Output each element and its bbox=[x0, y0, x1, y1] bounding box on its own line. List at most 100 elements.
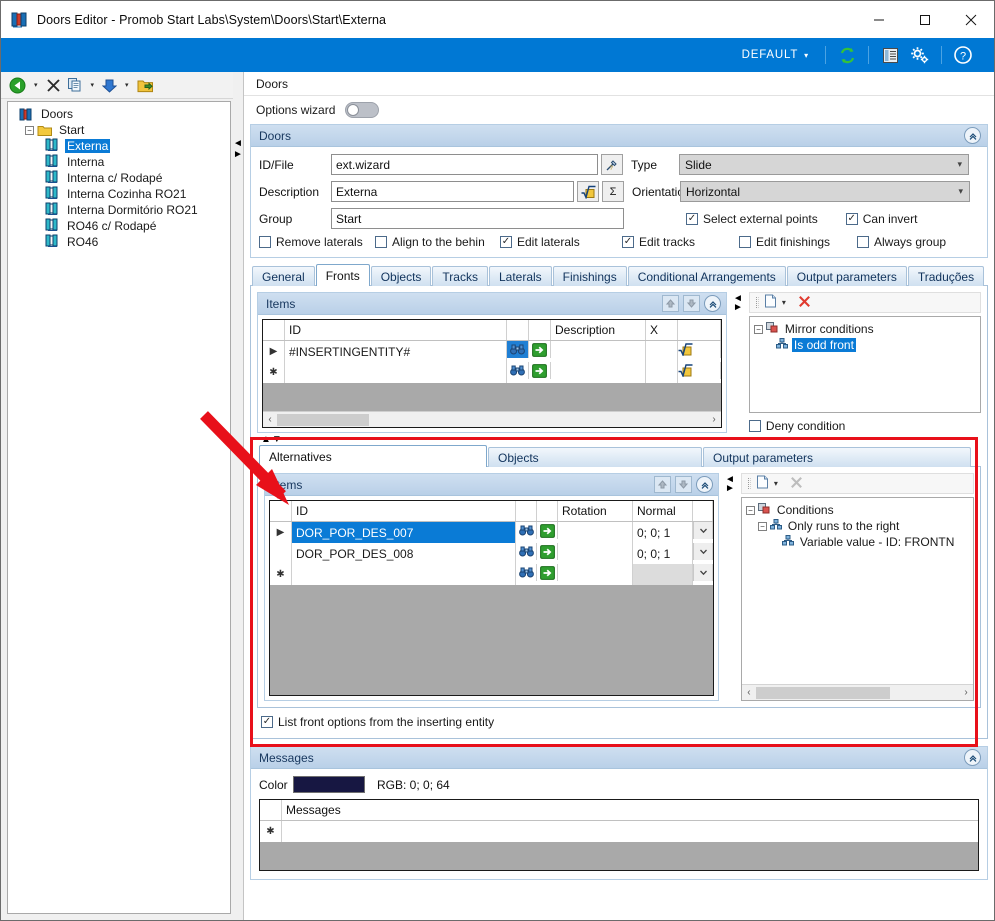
checkbox-remove-laterals[interactable]: Remove laterals bbox=[259, 235, 375, 249]
group-input[interactable]: Start bbox=[331, 208, 624, 229]
subtab-objects[interactable]: Objects bbox=[488, 447, 702, 467]
tab-tracks[interactable]: Tracks bbox=[432, 266, 488, 286]
new-document-icon[interactable] bbox=[756, 475, 769, 492]
insert-chevron-down-icon[interactable]: ▾ bbox=[121, 81, 133, 89]
messages-cell[interactable] bbox=[282, 821, 978, 842]
conditions-level2[interactable]: Variable value - ID: FRONTN bbox=[746, 534, 969, 550]
list-view-button[interactable] bbox=[875, 42, 905, 68]
delete-icon[interactable] bbox=[798, 295, 811, 311]
alt-col-rotation[interactable]: Rotation bbox=[558, 501, 633, 521]
fronts-col-x[interactable]: X bbox=[646, 320, 678, 340]
wizard-pick-icon[interactable]: ? bbox=[601, 154, 623, 175]
tab-output-parameters[interactable]: Output parameters bbox=[786, 266, 907, 286]
front-id-cell[interactable] bbox=[285, 362, 507, 383]
tree-item-1[interactable]: Interna bbox=[11, 154, 227, 170]
doors-tree[interactable]: Doors − Start Externa Interna Interna c/ R… bbox=[7, 101, 231, 914]
checkbox-align-to-the-behin[interactable]: Align to the behin bbox=[375, 235, 500, 249]
doors-group-collapse-button[interactable] bbox=[964, 127, 981, 144]
scroll-right-icon[interactable]: › bbox=[707, 414, 721, 425]
move-down-button[interactable] bbox=[683, 295, 700, 312]
tree-item-6[interactable]: RO46 bbox=[11, 234, 227, 250]
go-arrow-icon[interactable] bbox=[537, 564, 558, 581]
idfile-input[interactable]: ext.wizard bbox=[331, 154, 598, 175]
tab-objects[interactable]: Objects bbox=[370, 266, 432, 286]
scroll-right-icon[interactable]: › bbox=[959, 687, 973, 698]
binoculars-icon[interactable] bbox=[516, 522, 537, 539]
messages-col-title[interactable]: Messages bbox=[282, 800, 978, 820]
tree-item-3[interactable]: Interna Cozinha RO21 bbox=[11, 186, 227, 202]
alt-id-cell[interactable]: DOR_POR_DES_008 bbox=[292, 543, 516, 564]
conditions-tree[interactable]: − Conditions − Only runs to the right Va… bbox=[740, 497, 974, 701]
checkbox-always-group[interactable]: Always group bbox=[857, 235, 946, 249]
table-row[interactable]: ▶ #INSERTINGENTITY# bbox=[263, 341, 721, 362]
conditions-level1[interactable]: − Only runs to the right bbox=[746, 518, 969, 534]
conditions-hscrollbar[interactable]: ‹ › bbox=[741, 684, 973, 700]
tab-tradu-es[interactable]: Traduções bbox=[907, 266, 985, 286]
alternatives-items-collapse-button[interactable] bbox=[696, 476, 713, 493]
checkbox-edit-tracks[interactable]: ✓ Edit tracks bbox=[622, 235, 739, 249]
table-row[interactable]: ✱ bbox=[260, 821, 978, 842]
alternatives-grid[interactable]: ID Rotation Normal ▶ DOR_POR_DES_007 0; 0;… bbox=[269, 500, 714, 696]
mirror-conditions-child[interactable]: Is odd front bbox=[754, 337, 976, 353]
front-x-cell[interactable] bbox=[646, 362, 678, 383]
pane-splitter[interactable]: ◄ ► bbox=[233, 72, 243, 920]
alt-id-cell[interactable]: DOR_POR_DES_007 bbox=[292, 522, 516, 543]
orientation-select[interactable]: Horizontal ▾ bbox=[680, 181, 970, 202]
tab-conditional-arrangements[interactable]: Conditional Arrangements bbox=[627, 266, 786, 286]
scroll-thumb[interactable] bbox=[277, 413, 369, 426]
new-document-icon[interactable] bbox=[764, 294, 777, 311]
scroll-track[interactable] bbox=[755, 686, 959, 699]
table-row[interactable]: ✱ bbox=[263, 362, 721, 383]
chevron-down-icon[interactable] bbox=[693, 522, 713, 539]
messages-grid[interactable]: Messages ✱ bbox=[259, 799, 979, 871]
scroll-left-icon[interactable]: ‹ bbox=[263, 414, 277, 425]
splitter-collapse-up-icon[interactable]: ▲ bbox=[261, 435, 271, 445]
subtab-output-parameters[interactable]: Output parameters bbox=[703, 447, 971, 467]
go-arrow-icon[interactable] bbox=[529, 362, 551, 379]
binoculars-icon[interactable] bbox=[516, 564, 537, 581]
tree-group-start[interactable]: − Start bbox=[11, 122, 227, 138]
form-scroll-area[interactable]: Doors ID/File ext.wizard ? Type Slide ▾ … bbox=[244, 124, 994, 920]
messages-group-collapse-button[interactable] bbox=[964, 749, 981, 766]
deny-condition-checkbox[interactable]: Deny condition bbox=[748, 419, 981, 433]
binoculars-icon[interactable] bbox=[516, 543, 537, 560]
move-up-button[interactable] bbox=[662, 295, 679, 312]
go-arrow-icon[interactable] bbox=[537, 522, 558, 539]
formula-icon[interactable] bbox=[678, 362, 721, 379]
maximize-button[interactable] bbox=[902, 1, 948, 38]
splitter-expand-right-icon[interactable]: ► bbox=[725, 484, 735, 494]
move-down-button[interactable] bbox=[675, 476, 692, 493]
description-input[interactable]: Externa bbox=[331, 181, 574, 202]
front-description-cell[interactable] bbox=[551, 362, 646, 383]
open-folder-button[interactable] bbox=[135, 74, 156, 96]
chevron-down-icon[interactable] bbox=[693, 543, 713, 560]
subtab-alternatives[interactable]: Alternatives bbox=[259, 445, 487, 467]
back-chevron-down-icon[interactable]: ▾ bbox=[30, 81, 42, 89]
fronts-grid[interactable]: ID Description X ▶ #INSERTINGENTITY# ✱ ‹… bbox=[262, 319, 722, 428]
copy-button[interactable] bbox=[65, 74, 85, 96]
table-row[interactable]: ✱ bbox=[270, 564, 713, 585]
alt-rotation-cell[interactable] bbox=[558, 543, 633, 564]
new-chevron-down-icon[interactable]: ▾ bbox=[782, 298, 786, 307]
select-external-points-checkbox[interactable]: ✓ Select external points bbox=[686, 212, 818, 226]
front-description-cell[interactable] bbox=[551, 341, 646, 362]
alt-col-normal[interactable]: Normal bbox=[633, 501, 693, 521]
fronts-hscrollbar[interactable]: ‹ › bbox=[263, 411, 721, 427]
back-button[interactable] bbox=[7, 74, 28, 96]
mirror-conditions-root[interactable]: − Mirror conditions bbox=[753, 321, 976, 337]
minimize-button[interactable] bbox=[856, 1, 902, 38]
tab-laterals[interactable]: Laterals bbox=[488, 266, 552, 286]
table-row[interactable]: DOR_POR_DES_008 0; 0; 1 bbox=[270, 543, 713, 564]
tab-general[interactable]: General bbox=[252, 266, 315, 286]
tree-item-4[interactable]: Interna Dormitório RO21 bbox=[11, 202, 227, 218]
fronts-items-collapse-button[interactable] bbox=[704, 295, 721, 312]
splitter-arrows[interactable]: ◄ ► bbox=[233, 139, 243, 160]
mirror-conditions-tree[interactable]: − Mirror conditions Is odd front bbox=[748, 316, 981, 413]
list-front-options-checkbox[interactable]: ✓ List front options from the inserting … bbox=[261, 715, 981, 729]
splitter-expand-down-icon[interactable]: ▼ bbox=[272, 435, 282, 445]
toolbar-grip[interactable] bbox=[755, 297, 759, 308]
chevron-down-icon[interactable] bbox=[693, 564, 713, 581]
tree-item-5[interactable]: RO46 c/ Rodapé bbox=[11, 218, 227, 234]
binoculars-icon[interactable] bbox=[507, 341, 529, 358]
go-arrow-icon[interactable] bbox=[529, 341, 551, 358]
